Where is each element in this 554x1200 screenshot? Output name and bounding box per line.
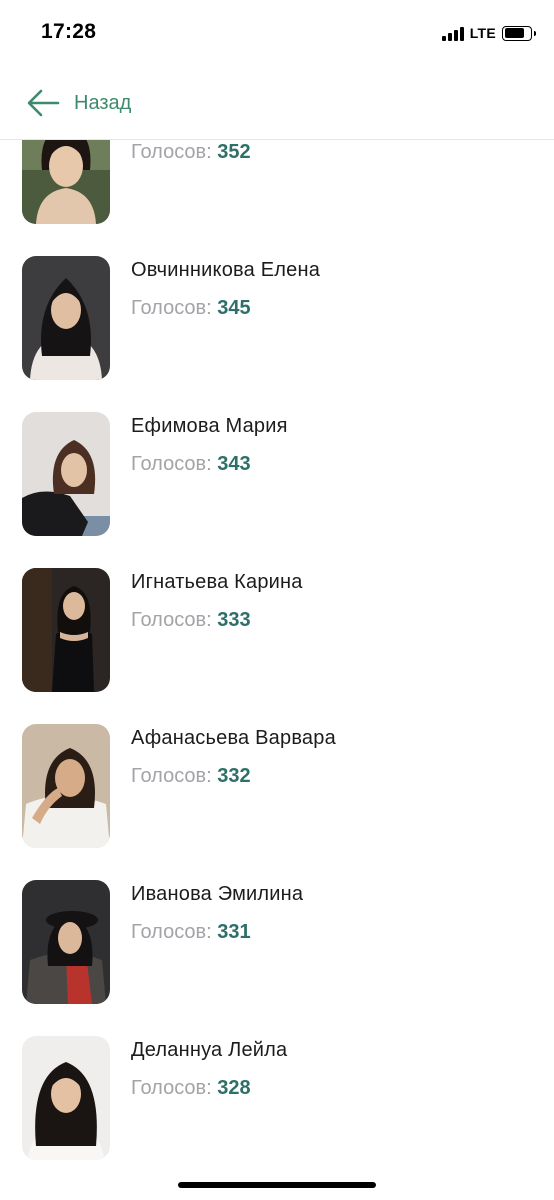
- status-bar: 17:28 LTE: [0, 0, 554, 66]
- network-type: LTE: [469, 25, 496, 41]
- back-button[interactable]: Назад: [26, 86, 131, 120]
- home-indicator: [178, 1182, 376, 1188]
- vote-count: Голосов: 352: [131, 141, 251, 163]
- vote-count: Голосов: 331: [131, 921, 251, 943]
- contestant-photo[interactable]: [22, 140, 110, 224]
- contestant-name: Деланнуа Лейла: [131, 1039, 288, 1061]
- list-item[interactable]: Голосов: 352: [0, 140, 554, 256]
- vote-count: Голосов: 332: [131, 765, 251, 787]
- contestant-photo[interactable]: [22, 568, 110, 692]
- signal-icon: [441, 26, 464, 41]
- vote-count: Голосов: 333: [131, 609, 251, 631]
- contestant-photo[interactable]: [22, 412, 110, 536]
- contestant-photo[interactable]: [22, 1036, 110, 1160]
- arrow-left-icon: [27, 89, 60, 117]
- contestant-name: Игнатьева Карина: [131, 571, 303, 593]
- contestant-photo[interactable]: [22, 880, 110, 1004]
- contestant-photo[interactable]: [22, 256, 110, 380]
- status-time: 17:28: [41, 20, 97, 43]
- list-item[interactable]: Игнатьева Карина Голосов: 333: [0, 568, 554, 724]
- navigation-bar: Назад: [0, 66, 554, 140]
- status-indicators: LTE: [441, 24, 536, 42]
- contestant-name: Афанасьева Варвара: [131, 727, 336, 749]
- vote-count: Голосов: 345: [131, 297, 251, 319]
- contestant-list[interactable]: Голосов: 352 Овчинникова Елена Голосов: …: [0, 140, 554, 1180]
- vote-count: Голосов: 328: [131, 1077, 251, 1099]
- contestant-name: Ефимова Мария: [131, 415, 288, 437]
- list-item[interactable]: Афанасьева Варвара Голосов: 332: [0, 724, 554, 880]
- contestant-name: Иванова Эмилина: [131, 883, 304, 905]
- list-item[interactable]: Ефимова Мария Голосов: 343: [0, 412, 554, 568]
- back-label: Назад: [74, 91, 132, 114]
- list-item[interactable]: Овчинникова Елена Голосов: 345: [0, 256, 554, 412]
- contestant-name: Овчинникова Елена: [131, 259, 321, 281]
- contestant-photo[interactable]: [22, 724, 110, 848]
- list-item[interactable]: Иванова Эмилина Голосов: 331: [0, 880, 554, 1036]
- list-item[interactable]: Деланнуа Лейла Голосов: 328: [0, 1036, 554, 1180]
- battery-icon: [502, 25, 536, 41]
- vote-count: Голосов: 343: [131, 453, 251, 475]
